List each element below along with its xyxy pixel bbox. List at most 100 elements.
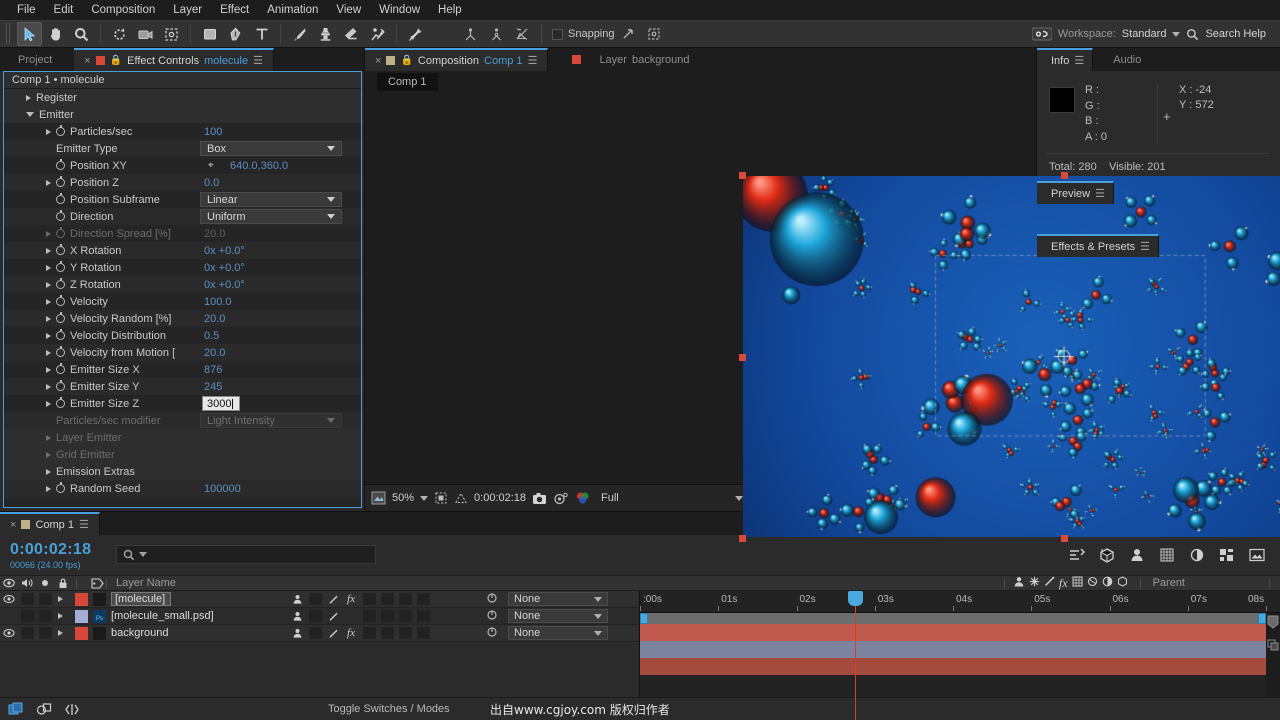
menu-item-animation[interactable]: Animation xyxy=(258,0,327,20)
align-view-axis-icon[interactable] xyxy=(510,22,535,46)
pen-tool-icon[interactable] xyxy=(223,22,248,46)
tab-preview[interactable]: Preview ☰ xyxy=(1037,181,1114,204)
tab-effects-presets[interactable]: Effects & Presets ☰ xyxy=(1037,234,1160,257)
parent-pickwhip-icon[interactable] xyxy=(486,592,498,607)
effect-param-dropdown[interactable]: Light Intensity xyxy=(200,413,342,428)
grid-guides-icon[interactable] xyxy=(454,491,468,505)
workspace-eye-icon[interactable] xyxy=(1031,27,1052,41)
parent-dropdown[interactable]: None xyxy=(508,592,608,606)
resolution-chevron-down-icon[interactable] xyxy=(734,495,743,501)
chevron-down-icon[interactable] xyxy=(594,613,602,619)
triangle-closed-icon[interactable] xyxy=(46,281,51,288)
effect-row-position-z[interactable]: Position Z 0.0 xyxy=(4,174,361,191)
triangle-closed-icon[interactable] xyxy=(46,315,51,322)
audio-switch[interactable] xyxy=(18,591,36,608)
layer-name[interactable]: [molecule] xyxy=(111,592,172,606)
snap-bounds-icon[interactable] xyxy=(642,22,667,46)
stretch-icon[interactable] xyxy=(64,702,80,717)
chevron-down-icon[interactable] xyxy=(594,596,602,602)
menu-item-composition[interactable]: Composition xyxy=(82,0,164,20)
stopwatch-icon[interactable] xyxy=(56,244,65,255)
menu-item-layer[interactable]: Layer xyxy=(164,0,211,20)
triangle-closed-icon[interactable] xyxy=(46,230,51,237)
triangle-closed-icon[interactable] xyxy=(46,349,51,356)
frame-blend-switch[interactable] xyxy=(360,608,378,625)
panel-menu-icon[interactable]: ☰ xyxy=(79,518,89,531)
toolbar-grip[interactable] xyxy=(6,23,12,45)
clone-stamp-tool-icon[interactable] xyxy=(313,22,338,46)
audio-switch[interactable] xyxy=(18,625,36,642)
video-switch[interactable] xyxy=(0,591,18,608)
effect-row-grid-emitter[interactable]: Grid Emitter xyxy=(4,446,361,463)
effect-param-value[interactable]: 100.0 xyxy=(204,296,232,308)
effect-param-edit-field[interactable]: 3000 xyxy=(202,396,240,411)
table-row[interactable]: Ps [molecule_small.psd] None xyxy=(0,608,639,625)
stopwatch-icon[interactable] xyxy=(56,210,65,221)
work-area-start-handle[interactable] xyxy=(640,613,648,624)
quality-switch[interactable] xyxy=(324,608,342,625)
menu-item-view[interactable]: View xyxy=(327,0,370,20)
timeline-timecode-block[interactable]: 0:00:02:18 00066 (24.00 fps) xyxy=(0,535,112,575)
triangle-closed-icon[interactable] xyxy=(46,298,51,305)
region-of-interest-icon[interactable] xyxy=(434,491,448,505)
stopwatch-icon[interactable] xyxy=(56,397,65,408)
work-area-end-handle[interactable] xyxy=(1258,613,1266,624)
close-icon[interactable]: × xyxy=(84,55,90,67)
effect-param-dropdown[interactable]: Box xyxy=(200,141,342,156)
collapse-switch[interactable] xyxy=(306,591,324,608)
effect-row-random-seed[interactable]: Random Seed 100000 xyxy=(4,480,361,497)
triangle-closed-icon[interactable] xyxy=(46,128,51,135)
three-d-switch[interactable] xyxy=(414,625,432,642)
chevron-down-icon[interactable] xyxy=(327,418,335,423)
three-d-switch[interactable] xyxy=(414,608,432,625)
triangle-closed-icon[interactable] xyxy=(46,383,51,390)
zoom-chevron-down-icon[interactable] xyxy=(420,495,429,501)
layer-expand-triangle-icon[interactable] xyxy=(54,591,72,608)
layer-duration-bar[interactable] xyxy=(640,624,1266,641)
triangle-closed-icon[interactable] xyxy=(46,247,51,254)
stopwatch-icon[interactable] xyxy=(56,159,65,170)
panel-menu-icon[interactable]: ☰ xyxy=(1140,240,1150,253)
time-ruler[interactable]: :00s 01s 02s 03s 04s 05s 06s 07s 08s xyxy=(640,591,1280,613)
layer-expand-triangle-icon[interactable] xyxy=(54,608,72,625)
brush-tool-icon[interactable] xyxy=(287,22,312,46)
search-chevron-down-icon[interactable] xyxy=(139,552,147,557)
collapse-switch[interactable] xyxy=(306,608,324,625)
effect-param-value[interactable]: 0.0 xyxy=(204,177,219,189)
hide-shy-layers-icon[interactable] xyxy=(1128,547,1146,563)
parent-pickwhip-icon[interactable] xyxy=(486,626,498,641)
solo-switch[interactable] xyxy=(36,608,54,625)
timeline-current-time[interactable]: 0:00:02:18 xyxy=(10,541,112,559)
channel-rgb-icon[interactable] xyxy=(575,491,591,505)
menu-item-effect[interactable]: Effect xyxy=(211,0,258,20)
lock-icon[interactable]: 🔒 xyxy=(110,55,122,66)
snapping-control[interactable]: Snapping xyxy=(552,28,615,40)
frame-blend-switch[interactable] xyxy=(360,625,378,642)
zoom-level[interactable]: 50% xyxy=(392,492,414,504)
show-snapshot-icon[interactable] xyxy=(553,492,569,505)
fit-comp-icon[interactable] xyxy=(371,491,386,505)
triangle-closed-icon[interactable] xyxy=(46,451,51,458)
effect-param-value[interactable]: 20.0 xyxy=(204,228,225,240)
three-d-switch[interactable] xyxy=(414,591,432,608)
parent-dropdown[interactable]: None xyxy=(508,626,608,640)
triangle-closed-icon[interactable] xyxy=(46,264,51,271)
effect-row-emitter-size-z[interactable]: Emitter Size Z 3000 xyxy=(4,395,361,412)
workspace-chevron-down-icon[interactable] xyxy=(1172,31,1181,37)
stopwatch-icon[interactable] xyxy=(56,329,65,340)
quality-switch[interactable] xyxy=(324,625,342,642)
shape-tool-icon[interactable] xyxy=(197,22,222,46)
effect-param-value[interactable]: 0x +0.0° xyxy=(204,262,245,274)
adjustment-switch[interactable] xyxy=(396,608,414,625)
layer-color-label[interactable] xyxy=(72,625,90,642)
brainstorm-icon[interactable] xyxy=(1248,547,1266,563)
collapse-switch[interactable] xyxy=(306,625,324,642)
camera-tool-icon[interactable] xyxy=(133,22,158,46)
effect-row-emission-extras[interactable]: Emission Extras xyxy=(4,463,361,480)
effect-row-position-subframe[interactable]: Position Subframe Linear xyxy=(4,191,361,208)
stopwatch-icon[interactable] xyxy=(56,176,65,187)
crosshair-picker-icon[interactable]: ⌖ xyxy=(208,160,214,171)
stopwatch-icon[interactable] xyxy=(56,227,65,238)
tab-composition[interactable]: × 🔒 Composition Comp 1 ☰ xyxy=(365,48,549,71)
close-icon[interactable]: × xyxy=(375,55,381,67)
